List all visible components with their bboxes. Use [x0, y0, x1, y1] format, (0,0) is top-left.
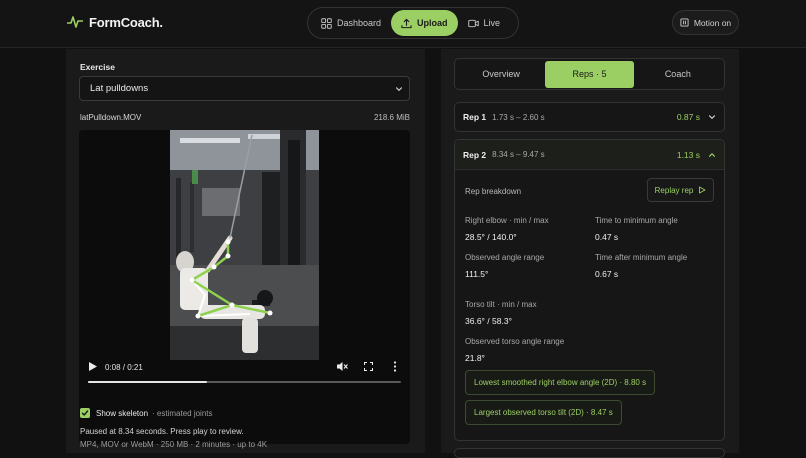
show-skeleton-label: Show skeleton [96, 408, 149, 418]
app-logo[interactable]: FormCoach. [67, 14, 163, 30]
rep-2-title: Rep 2 [463, 149, 487, 160]
play-outline-icon [699, 186, 706, 194]
torso-range-value: 21.8° [465, 353, 485, 363]
torso-label: Torso tilt · min / max [465, 300, 537, 309]
seek-bar-fill [88, 381, 207, 383]
show-skeleton-toggle[interactable]: Show skeleton · estimated joints [80, 408, 213, 418]
angle-range-label: Observed angle range [465, 253, 545, 262]
top-bar: FormCoach. Dashboard Upload Live Motion … [0, 0, 806, 48]
video-camera-icon [467, 19, 479, 27]
exercise-select-value: Lat pulldowns [90, 83, 149, 94]
upload-icon [401, 18, 412, 28]
rep-1-row[interactable]: Rep 1 1.73 s – 2.60 s 0.87 s [454, 102, 725, 132]
file-name: latPulldown.MOV [80, 113, 142, 122]
pulse-icon [67, 16, 83, 28]
nav-live-label: Live [483, 18, 501, 28]
tab-reps[interactable]: Reps · 5 [545, 60, 634, 88]
file-size: 218.6 MiB [373, 113, 410, 122]
angle-range-value: 111.5° [465, 269, 489, 279]
pause-icon [680, 18, 689, 27]
elbow-event-chip[interactable]: Lowest smoothed right elbow angle (2D) ·… [465, 370, 656, 395]
replay-rep-label: Replay rep [654, 185, 694, 195]
fullscreen-icon[interactable] [364, 362, 373, 371]
exercise-select[interactable]: Lat pulldowns [79, 76, 410, 101]
rep-3-row[interactable] [454, 448, 725, 458]
time-after-label: Time after minimum angle [595, 253, 688, 262]
rep-2-header[interactable]: Rep 2 8.34 s – 9.47 s 1.13 s [455, 140, 724, 170]
paused-status: Paused at 8.34 seconds. Press play to re… [80, 427, 244, 436]
grid-icon [321, 17, 332, 29]
exercise-label: Exercise [80, 62, 115, 72]
playback-time: 0:08 / 0:21 [105, 363, 143, 372]
torso-event-chip[interactable]: Largest observed torso tilt (2D) · 8.47 … [465, 400, 622, 425]
nav-live[interactable]: Live [458, 10, 511, 36]
torso-range-label: Observed torso angle range [465, 337, 565, 346]
video-frame [170, 130, 319, 360]
analysis-panel: Overview Reps · 5 Coach Rep 1 1.73 s – 2… [441, 49, 739, 458]
checkmark-icon [81, 410, 89, 416]
torso-value: 36.6° / 58.3° [465, 316, 512, 326]
motion-toggle[interactable]: Motion on [672, 10, 739, 35]
elbow-label: Right elbow · min / max [465, 216, 549, 225]
tab-overview[interactable]: Overview [457, 61, 545, 88]
seek-bar[interactable] [88, 381, 401, 383]
rep-2-duration: 1.13 s [676, 149, 700, 160]
motion-label: Motion on [693, 17, 732, 28]
elbow-value: 28.5° / 140.0° [465, 232, 517, 242]
time-min-label: Time to minimum angle [595, 216, 678, 225]
time-min-value: 0.47 s [595, 232, 619, 242]
upload-panel: Exercise Lat pulldowns latPulldown.MOV 2… [66, 49, 425, 453]
chevron-down-icon [395, 87, 403, 92]
app-name: FormCoach. [89, 14, 163, 30]
skeleton-note: · estimated joints [152, 408, 213, 418]
play-icon[interactable] [89, 362, 97, 371]
main-nav: Dashboard Upload Live [307, 7, 519, 39]
analysis-tabs: Overview Reps · 5 Coach [454, 58, 725, 90]
nav-dashboard[interactable]: Dashboard [311, 10, 391, 36]
rep-2-range: 8.34 s – 9.47 s [492, 150, 545, 159]
rep-2-card: Rep 2 8.34 s – 9.47 s 1.13 s Rep breakdo… [454, 139, 725, 441]
rep-1-duration: 0.87 s [676, 112, 700, 122]
time-after-value: 0.67 s [595, 269, 619, 279]
nav-upload-label: Upload [417, 18, 448, 28]
rep-1-title: Rep 1 [463, 112, 487, 122]
nav-upload[interactable]: Upload [391, 10, 458, 36]
rep-breakdown-heading: Rep breakdown [465, 187, 522, 196]
muted-speaker-icon[interactable] [337, 361, 348, 372]
upload-formats: MP4, MOV or WebM · 250 MB · 2 minutes · … [80, 440, 268, 449]
nav-dashboard-label: Dashboard [337, 18, 382, 28]
chevron-up-icon [708, 152, 716, 157]
more-options-icon[interactable] [393, 361, 397, 372]
chevron-down-icon [708, 115, 716, 120]
replay-rep-button[interactable]: Replay rep [647, 178, 714, 202]
video-player[interactable]: 0:08 / 0:21 [79, 130, 410, 444]
tab-coach[interactable]: Coach [634, 61, 722, 88]
rep-1-range: 1.73 s – 2.60 s [492, 112, 545, 122]
show-skeleton-checkbox[interactable] [80, 408, 90, 418]
